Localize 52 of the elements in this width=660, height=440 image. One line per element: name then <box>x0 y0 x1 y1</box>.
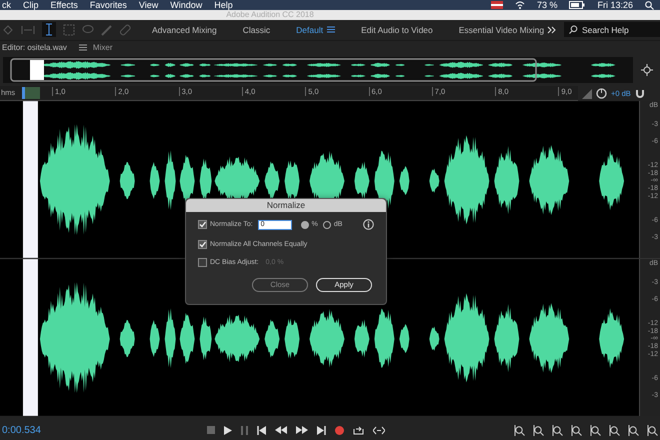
menu-item[interactable]: Help <box>214 0 233 10</box>
pause-icon[interactable] <box>241 426 248 435</box>
playhead-bar[interactable] <box>22 100 38 258</box>
battery-icon[interactable] <box>569 1 586 9</box>
menu-item[interactable]: Clip <box>23 0 39 10</box>
menu-item[interactable]: Favorites <box>90 0 127 10</box>
stop-icon[interactable] <box>207 426 215 434</box>
play-icon[interactable] <box>224 426 232 435</box>
search-icon[interactable] <box>645 0 654 10</box>
workspace-tab[interactable]: Classic <box>242 24 270 35</box>
window-title: Adobe Audition CC 2018 <box>226 10 314 19</box>
skip-back-icon[interactable] <box>257 426 266 435</box>
menu-item[interactable]: Effects <box>50 0 78 10</box>
skip-forward-icon[interactable] <box>317 426 326 435</box>
checkbox[interactable] <box>198 220 207 230</box>
menu-item[interactable]: Window <box>170 0 202 10</box>
workspace-tab[interactable]: Default <box>296 24 324 35</box>
battery-percent: 73 % <box>536 0 558 10</box>
playhead-handle[interactable] <box>22 87 40 100</box>
wifi-icon[interactable] <box>514 1 525 9</box>
knob-icon[interactable] <box>596 88 607 100</box>
chevron-icon[interactable] <box>547 26 556 34</box>
radio-button[interactable] <box>300 220 309 229</box>
text-cursor-icon[interactable] <box>42 22 56 38</box>
clock: Fri 13:26 <box>597 0 633 10</box>
flag-icon[interactable] <box>490 1 503 9</box>
menu-icon[interactable] <box>78 44 87 52</box>
magnet-icon[interactable] <box>634 88 645 99</box>
rewind-icon[interactable] <box>275 426 287 434</box>
fast-forward-icon[interactable] <box>296 426 308 434</box>
audio-waveform[interactable] <box>40 282 624 393</box>
panel-tab[interactable]: Editor: ositela.wav <box>2 43 67 52</box>
search-field[interactable]: Search Help <box>564 22 660 38</box>
search-icon <box>569 25 578 34</box>
info-icon[interactable] <box>363 219 374 230</box>
workspace-tab[interactable]: Essential Video Mixing <box>458 24 544 35</box>
audio-waveform[interactable] <box>40 124 624 235</box>
workspace-tab[interactable]: Edit Audio to Video <box>361 24 433 35</box>
dialog-title: Normalize <box>186 198 386 212</box>
zoom-icon[interactable] <box>641 64 653 76</box>
menu-icon[interactable] <box>327 26 336 34</box>
checkbox[interactable] <box>198 240 207 250</box>
radio-button[interactable] <box>322 220 331 229</box>
menu-item[interactable]: View <box>138 0 158 10</box>
volume-ramp-icon[interactable] <box>582 88 592 99</box>
time-display: 0:00.534 <box>2 424 42 436</box>
overview-waveform[interactable] <box>3 56 633 83</box>
panel-tab[interactable]: Mixer <box>92 43 112 52</box>
workspace-tab[interactable]: Advanced Mixing <box>152 24 217 35</box>
record-icon[interactable] <box>335 426 344 435</box>
menu-item[interactable]: ck <box>2 0 11 10</box>
playhead-bar[interactable] <box>22 258 38 416</box>
